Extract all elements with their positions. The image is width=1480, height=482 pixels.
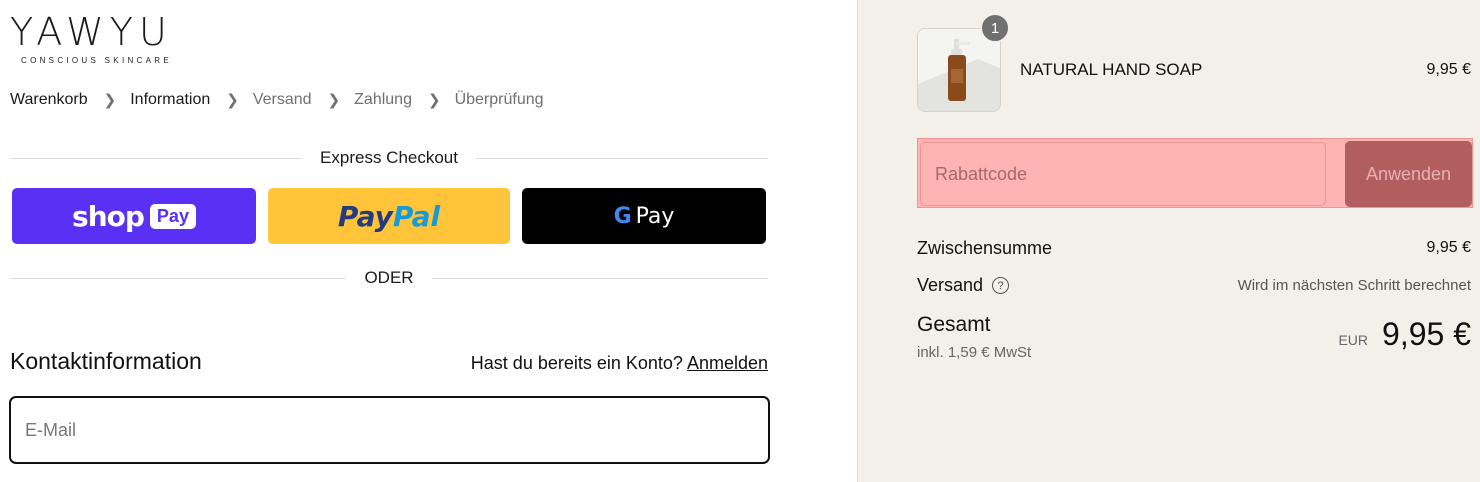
- total-currency: EUR: [1338, 332, 1369, 348]
- paypal-logo-pay: Pay: [337, 199, 393, 233]
- google-pay-button[interactable]: G Pay: [522, 188, 766, 244]
- email-field-wrapper: [9, 396, 770, 464]
- shipping-row-label: Versand ?: [917, 275, 1010, 296]
- order-summary: 1 NATURAL HAND SOAP 9,95 € Anwenden Zwis…: [857, 0, 1480, 482]
- shipping-label: Versand: [917, 275, 984, 295]
- login-link[interactable]: Anmelden: [687, 353, 768, 373]
- shipping-value: Wird im nächsten Schritt berechnet: [1237, 277, 1471, 294]
- shop-pay-button[interactable]: shop Pay: [12, 188, 256, 244]
- divider-line: [431, 277, 768, 279]
- tax-note: inkl. 1,59 € MwSt: [917, 344, 1032, 361]
- chevron-right-icon: ❯: [226, 92, 239, 109]
- total-value: EUR 9,95 €: [1338, 316, 1471, 353]
- discount-code-input[interactable]: [921, 143, 1325, 205]
- google-g-icon: G: [613, 203, 632, 229]
- subtotal-label: Zwischensumme: [917, 238, 1053, 258]
- google-pay-label: Pay: [635, 203, 675, 229]
- divider-line: [10, 277, 347, 279]
- shop-pay-logo-word: shop: [72, 199, 145, 233]
- account-question: Hast du bereits ein Konto?: [470, 353, 683, 373]
- discount-code-row: Anwenden: [917, 138, 1473, 208]
- chevron-right-icon: ❯: [103, 92, 117, 109]
- or-label: ODER: [364, 268, 414, 287]
- subtotal-value: 9,95 €: [1426, 239, 1471, 256]
- breadcrumb-cart[interactable]: Warenkorb: [10, 91, 88, 109]
- breadcrumb: Warenkorb ❯ Information ❯ Versand ❯ Zahl…: [10, 91, 544, 109]
- breadcrumb-review: Überprüfung: [454, 91, 544, 108]
- product-price: 9,95 €: [1426, 61, 1471, 78]
- brand-logo[interactable]: YAWYU CONSCIOUS SKINCARE: [10, 10, 210, 65]
- discount-input-wrapper: [920, 142, 1326, 206]
- question-circle-icon[interactable]: ?: [992, 277, 1010, 294]
- or-divider: ODER: [10, 268, 768, 288]
- divider-line: [475, 157, 769, 159]
- email-field[interactable]: [11, 398, 768, 462]
- breadcrumb-information: Information: [130, 91, 211, 108]
- shop-pay-logo-tag: Pay: [149, 203, 196, 229]
- checkout-main: YAWYU CONSCIOUS SKINCARE Warenkorb ❯ Inf…: [0, 0, 857, 482]
- apply-discount-button[interactable]: Anwenden: [1345, 141, 1472, 207]
- breadcrumb-shipping: Versand: [252, 91, 312, 108]
- quantity-badge: 1: [981, 14, 1009, 42]
- paypal-logo-pal: Pal: [392, 199, 441, 233]
- express-checkout-label: Express Checkout: [320, 148, 458, 167]
- chevron-right-icon: ❯: [327, 92, 341, 109]
- account-login-prompt: Hast du bereits ein Konto? Anmelden: [471, 353, 768, 374]
- contact-section-title: Kontaktinformation: [10, 348, 202, 374]
- logo-wordmark: YAWYU: [10, 10, 173, 54]
- product-image: [918, 29, 1000, 111]
- breadcrumb-payment: Zahlung: [354, 91, 412, 108]
- logo-tagline: CONSCIOUS SKINCARE: [21, 56, 172, 65]
- chevron-right-icon: ❯: [427, 92, 441, 109]
- total-label: Gesamt: [917, 313, 991, 336]
- divider-line: [10, 157, 303, 159]
- total-amount: 9,95 €: [1382, 316, 1471, 352]
- express-checkout-divider: Express Checkout: [10, 148, 769, 168]
- product-name: NATURAL HAND SOAP: [1020, 60, 1203, 79]
- paypal-button[interactable]: Pay Pal: [268, 188, 510, 244]
